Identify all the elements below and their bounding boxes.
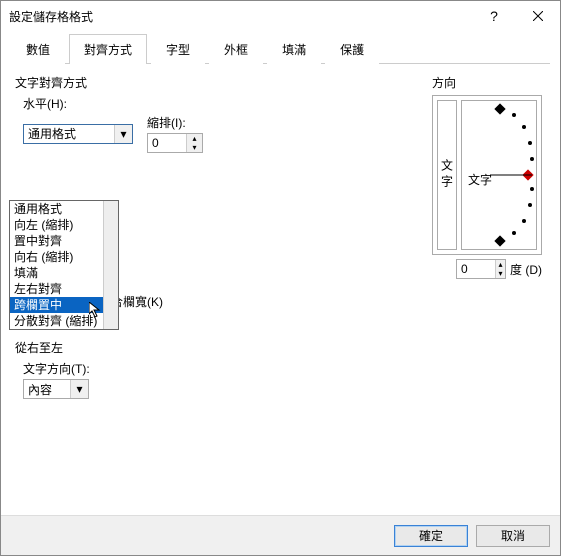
tab-fill[interactable]: 填滿: [267, 34, 321, 64]
spin-up-icon[interactable]: ▴: [496, 260, 505, 269]
orientation-group: 方向 文字 文字 ▴: [432, 74, 542, 279]
indent-input[interactable]: [148, 136, 186, 150]
window-title: 設定儲存格格式: [9, 8, 472, 25]
orientation-dial[interactable]: 文字: [461, 100, 537, 250]
tab-font[interactable]: 字型: [151, 34, 205, 64]
dial-dot-icon: [530, 157, 534, 161]
option-distributed[interactable]: 分散對齊 (縮排): [10, 313, 118, 329]
text-direction-dropdown[interactable]: 內容 ▾: [23, 379, 89, 399]
tab-border[interactable]: 外框: [209, 34, 263, 64]
degree-label: 度 (D): [510, 261, 542, 278]
orientation-frame: 文字 文字: [432, 95, 542, 255]
tab-protection[interactable]: 保護: [325, 34, 379, 64]
indent-spinner[interactable]: ▴ ▾: [147, 133, 203, 153]
degree-input[interactable]: [457, 262, 495, 276]
orientation-label: 方向: [432, 74, 542, 91]
option-center-across[interactable]: 跨欄置中: [10, 297, 118, 313]
dial-dot-icon: [522, 219, 526, 223]
dial-dot-icon: [528, 203, 532, 207]
spin-down-icon[interactable]: ▾: [187, 143, 202, 152]
option-right[interactable]: 向右 (縮排): [10, 249, 118, 265]
footer: 確定 取消: [1, 515, 560, 555]
dropdown-scrollbar[interactable]: [103, 201, 118, 329]
option-fill[interactable]: 填滿: [10, 265, 118, 281]
chevron-down-icon: ▾: [114, 125, 132, 143]
text-direction-label: 文字方向(T):: [23, 360, 546, 377]
tab-alignment[interactable]: 對齊方式: [69, 34, 147, 64]
close-icon: [533, 11, 543, 21]
option-general[interactable]: 通用格式: [10, 201, 118, 217]
orientation-text: 文字: [468, 171, 492, 188]
help-button[interactable]: ?: [472, 1, 516, 31]
dial-dot-icon: [512, 113, 516, 117]
horizontal-value: 通用格式: [24, 125, 114, 142]
tab-bar: 數值 對齊方式 字型 外框 填滿 保護: [11, 33, 550, 64]
text-direction-value: 內容: [24, 381, 70, 398]
close-button[interactable]: [516, 1, 560, 31]
spin-down-icon[interactable]: ▾: [496, 269, 505, 278]
spin-up-icon[interactable]: ▴: [187, 134, 202, 143]
indent-label: 縮排(I):: [147, 114, 203, 131]
dial-dot-icon: [512, 231, 516, 235]
titlebar: 設定儲存格格式 ?: [1, 1, 560, 31]
dial-marker-icon: [494, 235, 505, 246]
horizontal-dropdown[interactable]: 通用格式 ▾: [23, 124, 133, 144]
option-left[interactable]: 向左 (縮排): [10, 217, 118, 233]
chevron-down-icon: ▾: [70, 380, 88, 398]
rtl-group: 從右至左: [15, 339, 546, 356]
option-justify[interactable]: 左右對齊: [10, 281, 118, 297]
ok-button[interactable]: 確定: [394, 525, 468, 547]
dial-dot-icon: [528, 141, 532, 145]
content-area: 文字對齊方式 水平(H): 通用格式 ▾ 縮排(I): ▴ ▾ 通用格式 向左 …: [1, 64, 560, 526]
dial-dot-icon: [530, 187, 534, 191]
tab-number[interactable]: 數值: [11, 34, 65, 64]
dial-line-icon: [490, 174, 532, 176]
dial-dot-icon: [522, 125, 526, 129]
option-center[interactable]: 置中對齊: [10, 233, 118, 249]
dial-marker-icon: [494, 103, 505, 114]
degree-spinner[interactable]: ▴ ▾: [456, 259, 506, 279]
cancel-button[interactable]: 取消: [476, 525, 550, 547]
horizontal-dropdown-list[interactable]: 通用格式 向左 (縮排) 置中對齊 向右 (縮排) 填滿 左右對齊 跨欄置中 分…: [9, 200, 119, 330]
vertical-text-button[interactable]: 文字: [437, 100, 457, 250]
